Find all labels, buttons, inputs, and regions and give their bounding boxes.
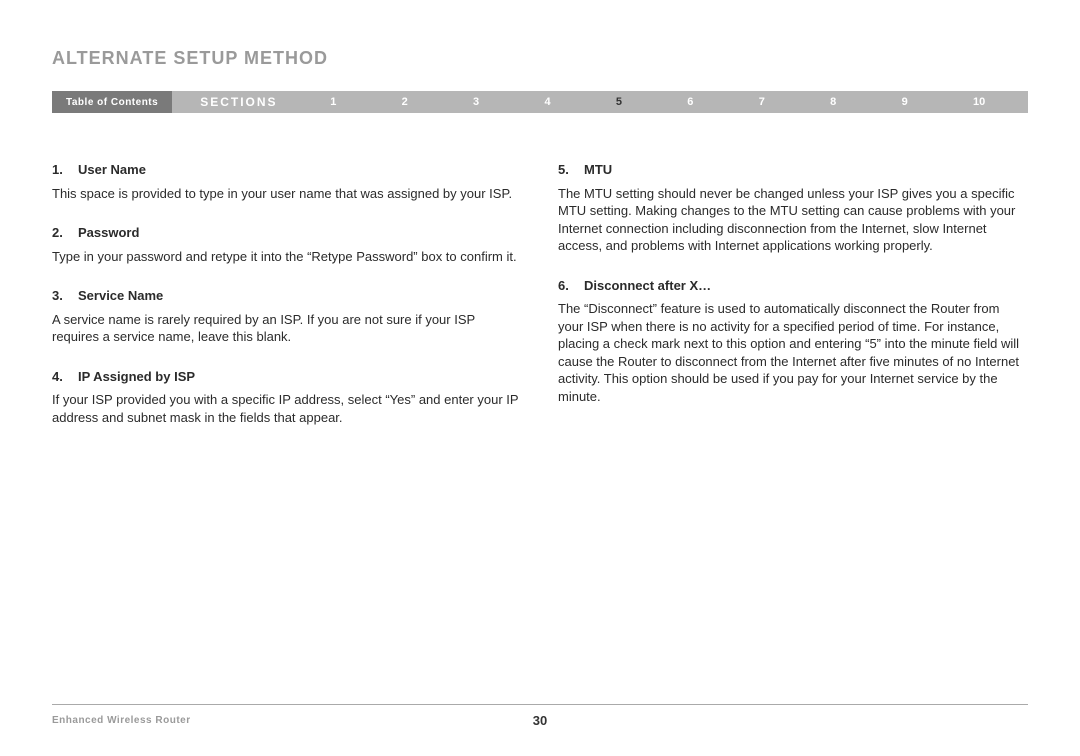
item-body: This space is provided to type in your u… <box>52 185 522 203</box>
section-link-8[interactable]: 8 <box>822 96 844 108</box>
item-service-name: 3.Service Name A service name is rarely … <box>52 287 522 346</box>
toc-link[interactable]: Table of Contents <box>52 91 172 113</box>
item-heading: Password <box>78 225 139 240</box>
item-heading: IP Assigned by ISP <box>78 369 195 384</box>
left-column: 1.User Name This space is provided to ty… <box>52 161 522 448</box>
item-heading: MTU <box>584 162 612 177</box>
section-link-5[interactable]: 5 <box>608 96 630 108</box>
page-number: 30 <box>52 713 1028 728</box>
section-link-1[interactable]: 1 <box>322 96 344 108</box>
item-number: 6. <box>558 277 584 295</box>
section-link-2[interactable]: 2 <box>394 96 416 108</box>
item-user-name: 1.User Name This space is provided to ty… <box>52 161 522 202</box>
item-heading: User Name <box>78 162 146 177</box>
section-link-3[interactable]: 3 <box>465 96 487 108</box>
section-link-7[interactable]: 7 <box>751 96 773 108</box>
item-ip-assigned: 4.IP Assigned by ISP If your ISP provide… <box>52 368 522 427</box>
item-number: 3. <box>52 287 78 305</box>
section-link-4[interactable]: 4 <box>536 96 558 108</box>
page-title: ALTERNATE SETUP METHOD <box>52 48 1028 69</box>
sections-label: SECTIONS <box>172 91 297 113</box>
item-body: The “Disconnect” feature is used to auto… <box>558 300 1028 405</box>
item-body: If your ISP provided you with a specific… <box>52 391 522 426</box>
item-heading: Disconnect after X… <box>584 278 711 293</box>
item-number: 2. <box>52 224 78 242</box>
item-disconnect: 6.Disconnect after X… The “Disconnect” f… <box>558 277 1028 406</box>
section-nav: Table of Contents SECTIONS 1 2 3 4 5 6 7… <box>52 91 1028 113</box>
right-column: 5.MTU The MTU setting should never be ch… <box>558 161 1028 448</box>
section-link-10[interactable]: 10 <box>965 96 993 108</box>
item-password: 2.Password Type in your password and ret… <box>52 224 522 265</box>
section-link-6[interactable]: 6 <box>679 96 701 108</box>
page-footer: Enhanced Wireless Router 30 <box>52 704 1028 726</box>
item-number: 1. <box>52 161 78 179</box>
item-number: 5. <box>558 161 584 179</box>
section-numbers: 1 2 3 4 5 6 7 8 9 10 <box>298 91 1028 113</box>
item-number: 4. <box>52 368 78 386</box>
item-body: Type in your password and retype it into… <box>52 248 522 266</box>
content-columns: 1.User Name This space is provided to ty… <box>52 161 1028 448</box>
item-heading: Service Name <box>78 288 163 303</box>
item-body: The MTU setting should never be changed … <box>558 185 1028 255</box>
item-body: A service name is rarely required by an … <box>52 311 522 346</box>
section-link-9[interactable]: 9 <box>894 96 916 108</box>
item-mtu: 5.MTU The MTU setting should never be ch… <box>558 161 1028 255</box>
